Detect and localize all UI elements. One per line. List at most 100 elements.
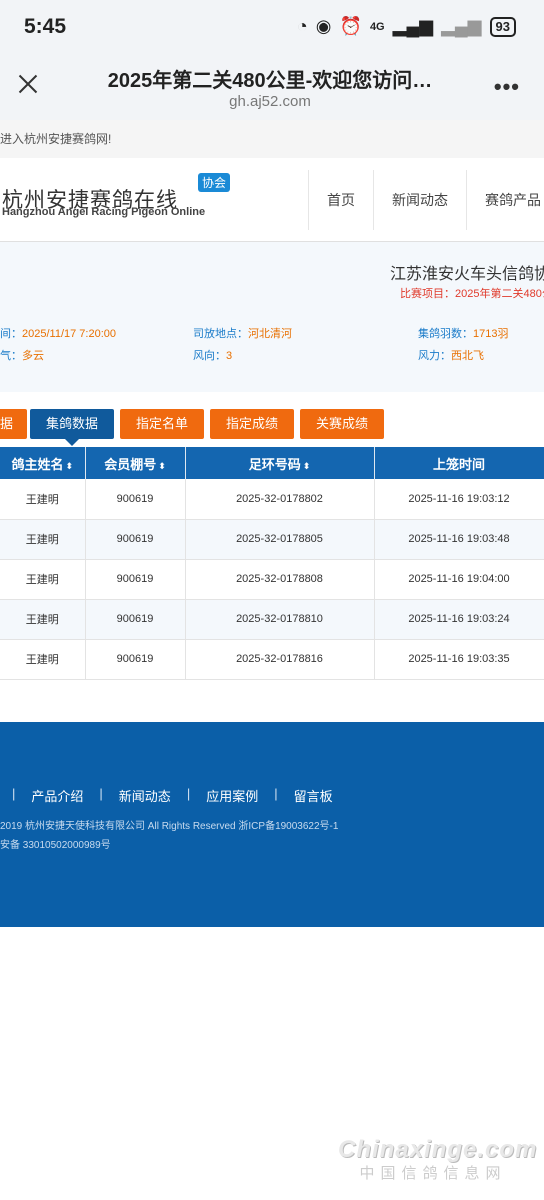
info-label: 风向： xyxy=(193,350,226,362)
info-value: 多云 xyxy=(22,350,44,362)
close-icon[interactable] xyxy=(14,70,42,98)
nav-item-products[interactable]: 赛鸽产品 xyxy=(466,170,544,230)
column-header-time: 上笼时间 xyxy=(374,447,544,479)
cell-owner: 王建明 xyxy=(0,519,86,560)
cell-loft: 900619 xyxy=(85,599,186,640)
footer-copyright: 2019 杭州安捷天使科技有限公司 All Rights Reserved 浙I… xyxy=(0,821,339,832)
main-nav: 首页 新闻动态 赛鸽产品 xyxy=(308,170,544,230)
tab-designated-list[interactable]: 指定名单 xyxy=(120,409,205,439)
column-header-owner[interactable]: 鸽主姓名 ⬍ xyxy=(0,447,86,479)
weather: 气：多云 xyxy=(0,347,44,363)
tab-data[interactable]: 据 xyxy=(0,409,28,439)
info-value: 河北清河 xyxy=(248,328,292,340)
logo-subtitle: Hangzhou Angel Racing Pigeon Online xyxy=(2,206,206,218)
cell-ring: 2025-32-0178816 xyxy=(185,639,375,680)
cell-loft: 900619 xyxy=(85,639,186,680)
footer-separator: | xyxy=(186,786,191,801)
sort-icon[interactable]: ⬍ xyxy=(158,461,166,471)
browser-bar: 2025年第二关480公里-欢迎您访问… gh.aj52.com ••• xyxy=(0,56,544,120)
association-badge: 协会 xyxy=(198,173,231,192)
footer-separator: | xyxy=(99,786,103,801)
speed-icon: ◔ xyxy=(296,16,308,36)
welcome-bar: 进入杭州安捷赛鸽网! xyxy=(0,120,544,158)
status-time: 5:45 xyxy=(24,15,67,38)
race-info-panel: 江苏淮安火车头信鸽协 比赛项目：2025年第二关480公 间：2025/11/1… xyxy=(0,242,544,392)
column-label: 会员棚号 xyxy=(104,456,157,472)
table-header-row: 鸽主姓名 ⬍ 会员棚号 ⬍ 足环号码 ⬍ 上笼时间 xyxy=(0,447,544,479)
footer-link-news[interactable]: 新闻动态 xyxy=(119,786,171,805)
wind-direction: 风向：3 xyxy=(193,347,232,363)
network-label: 4G xyxy=(369,20,385,33)
info-label: 集鸽羽数： xyxy=(418,328,473,340)
info-label: 气： xyxy=(0,350,22,362)
data-tabs: 据 集鸽数据 指定名单 指定成绩 关赛成绩 xyxy=(0,392,544,447)
cell-ring: 2025-32-0178808 xyxy=(185,559,375,600)
page-title: 2025年第二关480公里-欢迎您访问… xyxy=(107,70,433,92)
table-row: 王建明 900619 2025-32-0178810 2025-11-16 19… xyxy=(0,599,544,640)
info-value: 3 xyxy=(226,350,233,362)
column-header-ring[interactable]: 足环号码 ⬍ xyxy=(185,447,375,479)
race-name: 江苏淮安火车头信鸽协 xyxy=(390,266,544,283)
nav-item-home[interactable]: 首页 xyxy=(308,170,373,230)
cell-time: 2025-11-16 19:03:24 xyxy=(374,599,544,640)
column-header-loft[interactable]: 会员棚号 ⬍ xyxy=(85,447,186,479)
footer-icp[interactable]: 安备 33010502000989号 xyxy=(0,836,111,851)
alarm-icon: ⏰ xyxy=(339,16,362,36)
status-bar: 5:45 ◔ ◉ ⏰ 4G ▂▄▆ ▂▄▆ 93 xyxy=(0,0,544,56)
table-row: 王建明 900619 2025-32-0178802 2025-11-16 19… xyxy=(0,479,544,520)
signal-icon: ▂▄▆ xyxy=(392,16,434,36)
cell-ring: 2025-32-0178805 xyxy=(185,519,375,560)
column-label: 鸽主姓名 xyxy=(11,456,64,472)
cell-time: 2025-11-16 19:04:00 xyxy=(374,559,544,600)
page-url[interactable]: gh.aj52.com xyxy=(60,93,480,110)
release-location: 司放地点：河北清河 xyxy=(193,325,292,341)
tab-collection-data[interactable]: 集鸽数据 xyxy=(30,409,115,446)
watermark-logo: Chinaxinge.com 中国信鸽信息网 xyxy=(338,1136,538,1183)
footer-link-products[interactable]: 产品介绍 xyxy=(31,786,83,805)
column-label: 足环号码 xyxy=(248,456,301,472)
more-menu-icon[interactable]: ••• xyxy=(494,74,520,100)
cell-loft: 900619 xyxy=(85,479,186,520)
collection-table: 鸽主姓名 ⬍ 会员棚号 ⬍ 足环号码 ⬍ 上笼时间 王建明 900619 2025-3… xyxy=(0,447,544,680)
info-label: 间： xyxy=(0,328,22,340)
eye-icon: ◉ xyxy=(315,16,332,36)
release-time: 间：2025/11/17 7:20:00 xyxy=(0,325,116,341)
site-footer: | 产品介绍 | 新闻动态 | 应用案例 | 留言板 2019 杭州安捷天使科技… xyxy=(0,722,544,927)
cell-owner: 王建明 xyxy=(0,639,86,680)
info-value: 2025/11/17 7:20:00 xyxy=(22,328,116,340)
sort-icon[interactable]: ⬍ xyxy=(65,461,73,471)
cell-time: 2025-11-16 19:03:35 xyxy=(374,639,544,680)
wind-force: 风力：西北飞 xyxy=(418,347,484,363)
table-row: 王建明 900619 2025-32-0178808 2025-11-16 19… xyxy=(0,559,544,600)
table-row: 王建明 900619 2025-32-0178816 2025-11-16 19… xyxy=(0,639,544,680)
nav-item-news[interactable]: 新闻动态 xyxy=(373,170,466,230)
battery-icon: 93 xyxy=(489,16,516,37)
race-project: 比赛项目：2025年第二关480公 xyxy=(400,288,544,300)
info-label: 司放地点： xyxy=(193,328,248,340)
footer-link-cases[interactable]: 应用案例 xyxy=(206,786,258,805)
footer-separator: | xyxy=(12,786,16,801)
cell-loft: 900619 xyxy=(85,519,186,560)
table-row: 王建明 900619 2025-32-0178805 2025-11-16 19… xyxy=(0,519,544,560)
cell-loft: 900619 xyxy=(85,559,186,600)
cell-ring: 2025-32-0178802 xyxy=(185,479,375,520)
info-value: 西北飞 xyxy=(451,350,484,362)
info-value: 1713羽 xyxy=(473,328,509,340)
cell-time: 2025-11-16 19:03:12 xyxy=(374,479,544,520)
cell-owner: 王建明 xyxy=(0,559,86,600)
footer-separator: | xyxy=(274,786,278,801)
site-header: 杭州安捷赛鸽在线 Hangzhou Angel Racing Pigeon On… xyxy=(0,158,544,242)
footer-link-guestbook[interactable]: 留言板 xyxy=(294,786,333,805)
pigeon-count: 集鸽羽数：1713羽 xyxy=(418,325,508,341)
watermark-en: Chinaxinge.com xyxy=(338,1136,538,1163)
signal-icon-2: ▂▄▆ xyxy=(441,16,482,36)
cell-time: 2025-11-16 19:03:48 xyxy=(374,519,544,560)
cell-owner: 王建明 xyxy=(0,479,86,520)
column-label: 上笼时间 xyxy=(432,456,485,472)
sort-icon[interactable]: ⬍ xyxy=(303,461,311,471)
info-label: 风力： xyxy=(418,350,451,362)
tab-stage-results[interactable]: 关赛成绩 xyxy=(300,409,385,439)
cell-owner: 王建明 xyxy=(0,599,86,640)
tab-designated-results[interactable]: 指定成绩 xyxy=(210,409,295,439)
footer-links: | 产品介绍 | 新闻动态 | 应用案例 | 留言板 xyxy=(0,786,333,805)
